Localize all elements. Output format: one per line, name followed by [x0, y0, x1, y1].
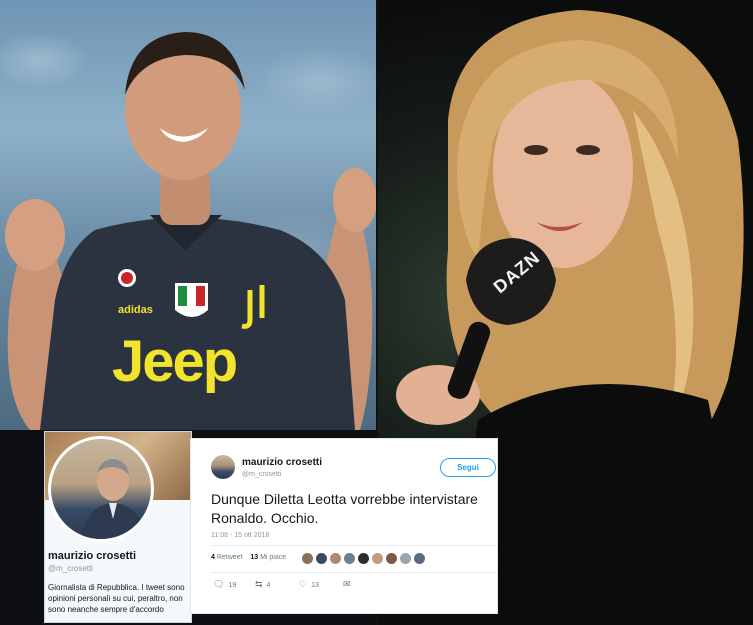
retweets-label[interactable]: Retweet [217, 554, 243, 561]
like-action-count: 13 [311, 582, 319, 589]
jersey-sponsor-text: Jeep [112, 329, 238, 394]
tweet-author-handle[interactable]: @m_crosetti [242, 471, 281, 478]
footballer-photo: adidas Jeep [0, 0, 376, 430]
liker-avatar[interactable] [385, 552, 398, 565]
tweet-card: maurizio crosetti @m_crosetti Segui Dunq… [190, 438, 498, 614]
tweet-author-avatar[interactable] [211, 455, 235, 479]
reply-button[interactable]: 🗨 19 [213, 579, 236, 590]
retweet-button[interactable]: ⇆ 4 [255, 579, 270, 590]
liker-avatar[interactable] [399, 552, 412, 565]
heart-icon: ♡ [299, 579, 308, 589]
retweet-action-count: 4 [266, 582, 271, 589]
liker-avatar[interactable] [329, 552, 342, 565]
likes-count[interactable]: 13 [250, 554, 258, 561]
divider [211, 545, 497, 546]
like-button[interactable]: ♡ 13 [299, 579, 319, 590]
retweet-icon: ⇆ [255, 579, 263, 589]
liker-avatar[interactable] [413, 552, 426, 565]
follow-button[interactable]: Segui [440, 458, 496, 477]
tweet-author-name[interactable]: maurizio crosetti [242, 457, 322, 468]
direct-message-button[interactable]: ✉ [343, 579, 355, 590]
tweet-timestamp[interactable]: 11:08 - 15 ott 2018 [211, 532, 269, 539]
reply-icon: 🗨 [213, 579, 225, 589]
profile-handle[interactable]: @m_crosetti [48, 564, 93, 573]
retweets-count[interactable]: 4 [211, 554, 215, 561]
liker-avatar[interactable] [371, 552, 384, 565]
reply-count: 19 [228, 582, 237, 589]
tweet-stats: 4 Retweet 13 Mi piace [211, 554, 286, 561]
envelope-icon: ✉ [343, 579, 351, 589]
liker-avatar[interactable] [301, 552, 314, 565]
twitter-profile-card[interactable]: maurizio crosetti @m_crosetti Giornalist… [44, 431, 192, 623]
profile-avatar-image [81, 459, 147, 539]
likes-label[interactable]: Mi piace [260, 554, 286, 561]
liker-avatar[interactable] [343, 552, 356, 565]
profile-avatar[interactable] [48, 436, 154, 542]
liker-avatar[interactable] [357, 552, 370, 565]
profile-bio: Giornalista di Repubblica. I tweet sono … [48, 583, 185, 614]
svg-text:adidas: adidas [118, 304, 153, 316]
profile-name[interactable]: maurizio crosetti [48, 550, 136, 562]
divider [211, 572, 497, 573]
liker-avatar[interactable] [315, 552, 328, 565]
tweet-text: Dunque Diletta Leotta vorrebbe intervist… [211, 491, 478, 526]
